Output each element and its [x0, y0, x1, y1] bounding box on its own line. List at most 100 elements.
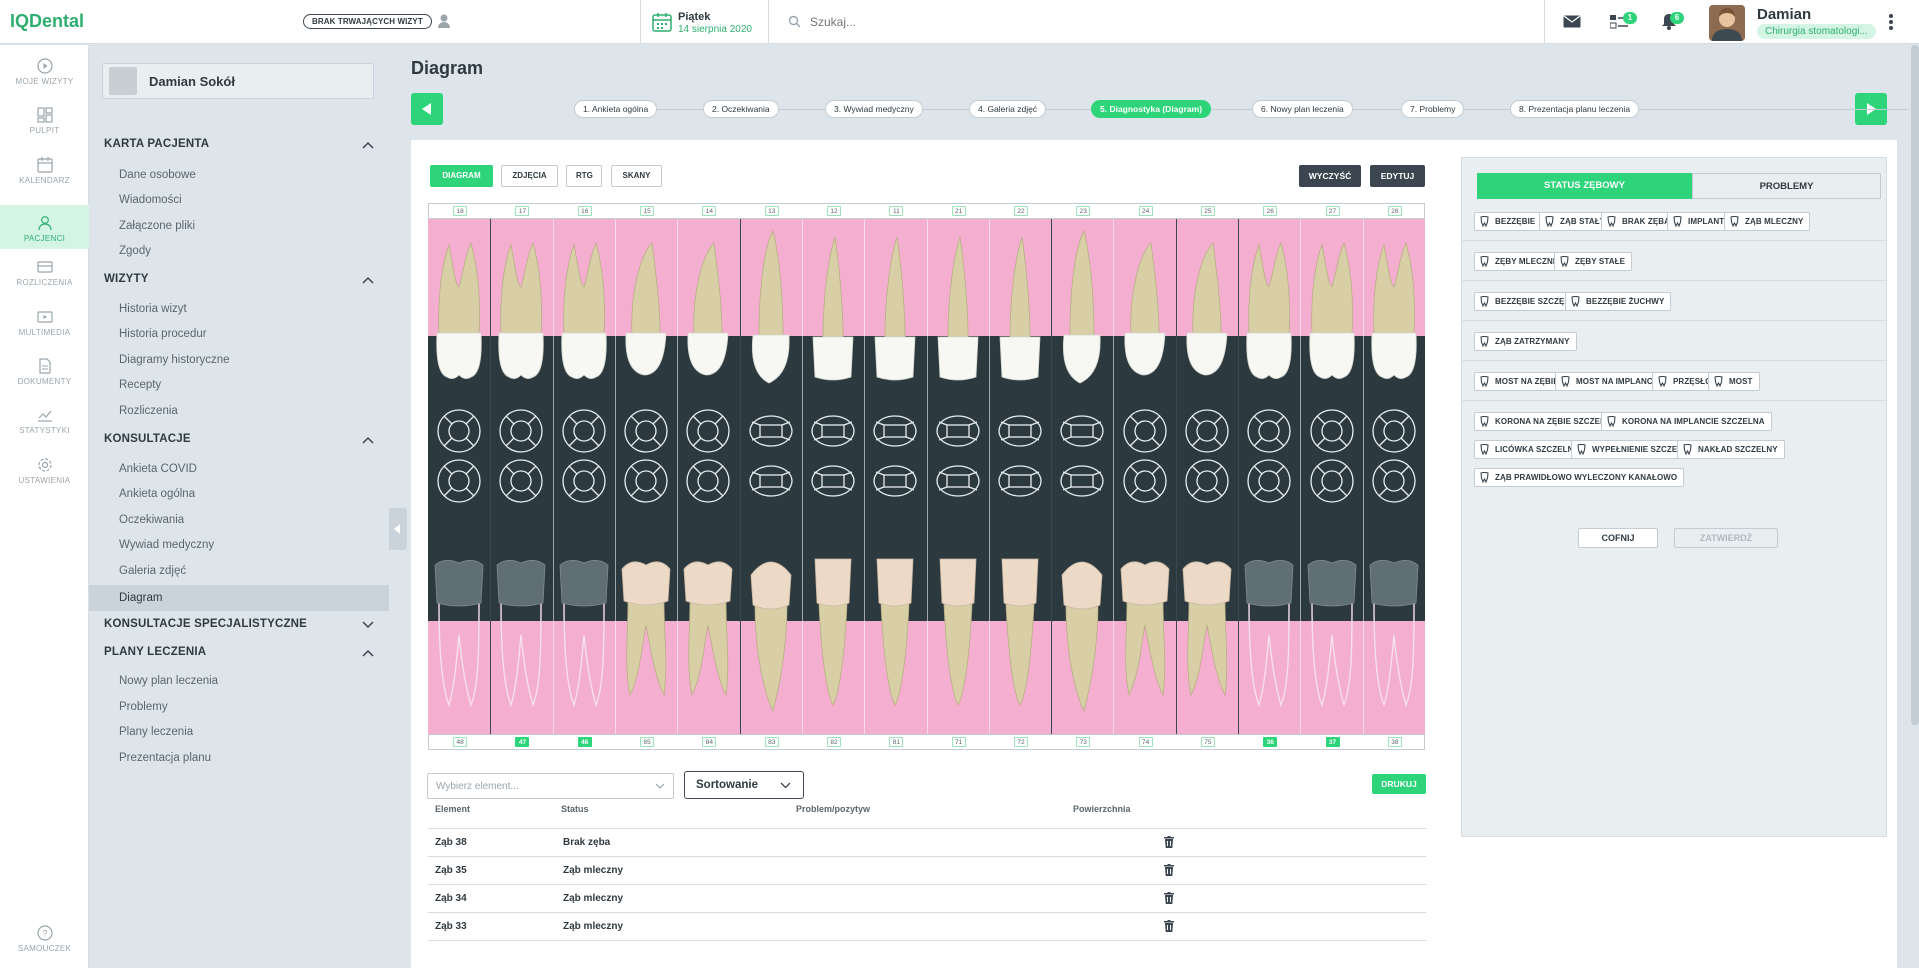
- section-consultations[interactable]: KONSULTACJE: [104, 433, 191, 445]
- tooth-surface-map[interactable]: [1309, 458, 1355, 504]
- lower-tooth[interactable]: [1054, 555, 1110, 725]
- menu-item-consents[interactable]: Zgody: [119, 245, 151, 257]
- tooth-number[interactable]: 11: [889, 206, 904, 216]
- menu-item-new-plan[interactable]: Nowy plan leczenia: [119, 675, 218, 687]
- lower-tooth[interactable]: [431, 555, 487, 725]
- step-8[interactable]: 8. Prezentacja planu leczenia: [1510, 100, 1640, 118]
- menu-item-plan-presentation[interactable]: Prezentacja planu: [119, 752, 211, 764]
- undo-button[interactable]: COFNIJ: [1578, 528, 1658, 548]
- status-chip[interactable]: BEZZĘBIE: [1474, 212, 1543, 231]
- tooth-number[interactable]: 23: [1076, 206, 1091, 216]
- trash-icon[interactable]: [1164, 920, 1174, 932]
- avatar[interactable]: [1709, 5, 1745, 41]
- tooth-number[interactable]: 25: [1200, 206, 1215, 216]
- section-treatment-plans[interactable]: PLANY LECZENIA: [104, 646, 206, 658]
- chevron-up-icon[interactable]: [362, 649, 374, 657]
- status-chip[interactable]: BEZZĘBIE SZCZĘKI: [1474, 292, 1580, 311]
- upper-tooth[interactable]: [556, 225, 612, 395]
- upper-tooth[interactable]: [493, 225, 549, 395]
- status-chip[interactable]: BRAK ZĘBA: [1601, 212, 1678, 231]
- tab-problems[interactable]: PROBLEMY: [1692, 173, 1881, 199]
- chevron-up-icon[interactable]: [362, 276, 374, 284]
- tooth-number[interactable]: 74: [1138, 737, 1153, 747]
- tooth-surface-map[interactable]: [561, 408, 607, 454]
- lower-tooth[interactable]: [867, 555, 923, 725]
- tooth-surface-map[interactable]: [1184, 458, 1230, 504]
- step-6[interactable]: 6. Nowy plan leczenia: [1252, 100, 1353, 118]
- menu-item-treatment-plans[interactable]: Plany leczenia: [119, 726, 193, 738]
- tooth-number[interactable]: 14: [702, 206, 717, 216]
- table-row[interactable]: Ząb 35 Ząb mleczny: [428, 856, 1426, 884]
- lower-tooth[interactable]: [493, 555, 549, 725]
- menu-item-expectations[interactable]: Oczekiwania: [119, 514, 184, 526]
- section-specialist-consultations[interactable]: KONSULTACJE SPECJALISTYCZNE: [104, 618, 307, 630]
- tooth-number[interactable]: 75: [1200, 737, 1215, 747]
- current-date[interactable]: Piątek 14 sierpnia 2020: [648, 9, 768, 37]
- tooth-number[interactable]: 16: [577, 206, 592, 216]
- upper-tooth[interactable]: [1366, 225, 1422, 395]
- tooth-surface-map[interactable]: [748, 458, 794, 504]
- sort-dropdown[interactable]: Sortowanie: [684, 771, 804, 799]
- tooth-number[interactable]: 13: [764, 206, 779, 216]
- status-chip[interactable]: KORONA NA IMPLANCIE SZCZELNA: [1601, 412, 1772, 431]
- upper-tooth[interactable]: [930, 225, 986, 395]
- tooth-surface-map[interactable]: [1371, 458, 1417, 504]
- tooth-number[interactable]: 12: [827, 206, 842, 216]
- element-select[interactable]: Wybierz element...: [427, 773, 674, 799]
- tooth-surface-map[interactable]: [810, 408, 856, 454]
- status-chip[interactable]: NAKŁAD SZCZELNY: [1677, 440, 1785, 459]
- prev-step-button[interactable]: [411, 93, 443, 125]
- menu-item-procedure-history[interactable]: Historia procedur: [119, 328, 207, 340]
- menu-item-messages[interactable]: Wiadomości: [119, 194, 182, 206]
- tooth-number[interactable]: 22: [1013, 206, 1028, 216]
- nav-my-visits[interactable]: MOJE WIZYTY: [0, 58, 89, 102]
- nav-documents[interactable]: DOKUMENTY: [0, 358, 89, 402]
- tooth-number[interactable]: 27: [1325, 206, 1340, 216]
- lower-tooth[interactable]: [992, 555, 1048, 725]
- app-logo[interactable]: IQDental: [10, 11, 84, 32]
- table-row[interactable]: Ząb 34 Ząb mleczny: [428, 884, 1426, 912]
- status-chip[interactable]: MOST: [1708, 372, 1760, 391]
- tooth-number[interactable]: 38: [1387, 737, 1402, 747]
- tooth-number[interactable]: 46: [577, 737, 592, 747]
- tooth-surface-map[interactable]: [1059, 458, 1105, 504]
- upper-tooth[interactable]: [867, 225, 923, 395]
- upper-tooth[interactable]: [1179, 225, 1235, 395]
- tooth-number[interactable]: 15: [640, 206, 655, 216]
- lower-tooth[interactable]: [618, 555, 674, 725]
- lower-tooth[interactable]: [1179, 555, 1235, 725]
- upper-tooth[interactable]: [1117, 225, 1173, 395]
- trash-icon[interactable]: [1164, 892, 1174, 904]
- tooth-surface-map[interactable]: [1184, 408, 1230, 454]
- menu-item-personal-data[interactable]: Dane osobowe: [119, 169, 196, 181]
- page-scrollbar[interactable]: [1911, 45, 1919, 725]
- tooth-surface-map[interactable]: [997, 458, 1043, 504]
- nav-patients[interactable]: PACJENCI: [0, 205, 89, 249]
- chevron-up-icon[interactable]: [362, 436, 374, 444]
- section-patient-card[interactable]: KARTA PACJENTA: [104, 138, 209, 150]
- edit-button[interactable]: EDYTUJ: [1370, 165, 1425, 187]
- menu-item-settlements[interactable]: Rozliczenia: [119, 405, 178, 417]
- chevron-down-icon[interactable]: [362, 621, 374, 629]
- tooth-number[interactable]: 82: [827, 737, 842, 747]
- menu-item-covid-survey[interactable]: Ankieta COVID: [119, 463, 197, 475]
- tooth-number[interactable]: 21: [951, 206, 966, 216]
- tab-photos[interactable]: ZDJĘCIA: [501, 165, 558, 187]
- tooth-surface-map[interactable]: [1122, 458, 1168, 504]
- tooth-surface-map[interactable]: [436, 408, 482, 454]
- status-chip[interactable]: IMPLANT: [1667, 212, 1732, 231]
- tooth-surface-map[interactable]: [498, 458, 544, 504]
- tooth-surface-map[interactable]: [561, 458, 607, 504]
- tooth-surface-map[interactable]: [1246, 458, 1292, 504]
- section-visits[interactable]: WIZYTY: [104, 273, 149, 285]
- tab-scans[interactable]: SKANY: [611, 165, 662, 187]
- tooth-number[interactable]: 28: [1387, 206, 1402, 216]
- menu-item-photo-gallery[interactable]: Galeria zdjęć: [119, 565, 186, 577]
- chevron-up-icon[interactable]: [362, 141, 374, 149]
- print-button[interactable]: DRUKUJ: [1372, 774, 1426, 794]
- mail-icon[interactable]: [1563, 15, 1581, 28]
- status-chip[interactable]: LICÓWKA SZCZELNA: [1474, 440, 1587, 459]
- upper-tooth[interactable]: [431, 225, 487, 395]
- table-row[interactable]: Ząb 33 Ząb mleczny: [428, 912, 1426, 940]
- step-3[interactable]: 3. Wywiad medyczny: [825, 100, 923, 118]
